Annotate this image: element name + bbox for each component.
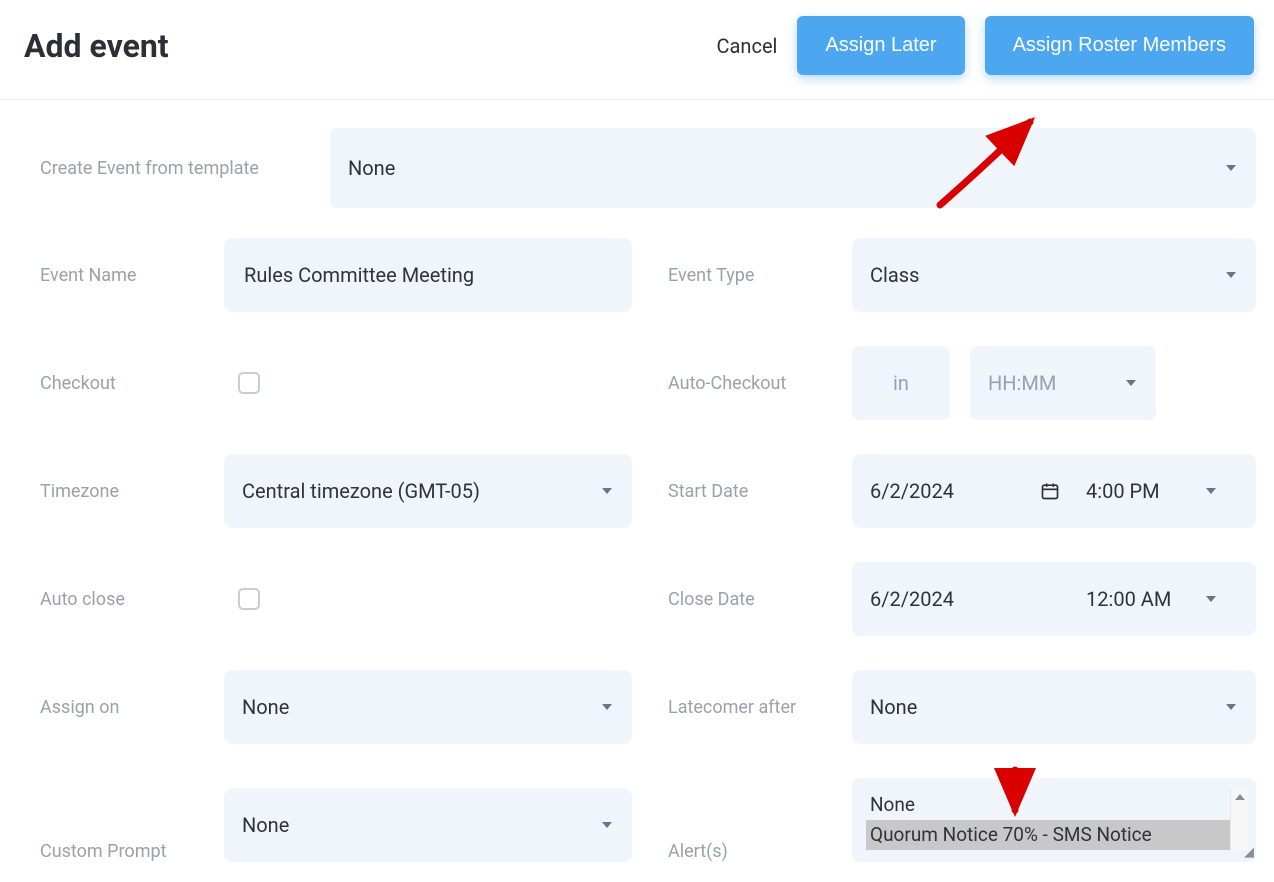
label-timezone: Timezone (40, 481, 224, 502)
close-date-field[interactable]: 6/2/2024 12:00 AM (852, 562, 1256, 636)
select-create-from-template[interactable]: None (330, 128, 1256, 208)
calendar-icon (1040, 481, 1060, 501)
select-auto-checkout-hhmm[interactable]: HH:MM (970, 346, 1156, 420)
label-auto-checkout: Auto-Checkout (668, 373, 852, 394)
select-latecomer-after-value: None (870, 695, 917, 719)
row-assign-latecomer: Assign on None Latecomer after None (40, 670, 1256, 744)
select-custom-prompt-value: None (242, 813, 289, 837)
start-date-field[interactable]: 6/2/2024 4:00 PM (852, 454, 1256, 528)
label-latecomer-after: Latecomer after (668, 697, 852, 718)
select-custom-prompt[interactable]: None (224, 788, 632, 862)
auto-checkout-placeholder: HH:MM (988, 371, 1056, 395)
auto-checkout-in-value: in (893, 371, 909, 395)
auto-checkout-in-field[interactable]: in (852, 346, 950, 420)
select-timezone[interactable]: Central timezone (GMT-05) (224, 454, 632, 528)
start-date-value: 6/2/2024 (870, 479, 1022, 503)
label-event-name: Event Name (40, 265, 224, 286)
row-checkout-auto: Checkout Auto-Checkout in HH:MM (40, 346, 1256, 420)
assign-roster-members-button[interactable]: Assign Roster Members (985, 16, 1254, 75)
row-autoclose-close: Auto close Close Date 6/2/2024 12:00 AM (40, 562, 1256, 636)
alert-option-none[interactable]: None (866, 790, 1230, 820)
select-assign-on-value: None (242, 695, 289, 719)
label-assign-on: Assign on (40, 697, 224, 718)
assign-later-button[interactable]: Assign Later (797, 16, 964, 75)
row-timezone-start: Timezone Central timezone (GMT-05) Start… (40, 454, 1256, 528)
scroll-up-icon (1235, 794, 1245, 800)
checkbox-checkout[interactable] (238, 372, 260, 394)
row-name-type: Event Name Event Type Class (40, 238, 1256, 312)
row-custom-alerts: Custom Prompt None Alert(s) None Quorum … (40, 778, 1256, 862)
alerts-listbox[interactable]: None Quorum Notice 70% - SMS Notice ◢ (852, 778, 1256, 862)
label-event-type: Event Type (668, 265, 852, 286)
close-time-value: 12:00 AM (1078, 587, 1238, 611)
label-start-date: Start Date (668, 481, 852, 502)
start-time-value: 4:00 PM (1078, 479, 1238, 503)
cancel-link[interactable]: Cancel (717, 34, 778, 58)
close-date-value: 6/2/2024 (870, 587, 1022, 611)
select-event-type-value: Class (870, 263, 919, 287)
header-actions: Cancel Assign Later Assign Roster Member… (717, 16, 1254, 75)
checkbox-auto-close[interactable] (238, 588, 260, 610)
select-latecomer-after[interactable]: None (852, 670, 1256, 744)
label-close-date: Close Date (668, 589, 852, 610)
label-auto-close: Auto close (40, 589, 224, 610)
select-assign-on[interactable]: None (224, 670, 632, 744)
row-template: Create Event from template None (40, 128, 1256, 208)
label-custom-prompt: Custom Prompt (40, 841, 224, 862)
event-form: Create Event from template None Event Na… (0, 100, 1274, 862)
input-event-name[interactable] (242, 262, 614, 288)
page-title: Add event (24, 27, 169, 65)
page-header: Add event Cancel Assign Later Assign Ros… (0, 0, 1274, 100)
label-create-from-template: Create Event from template (40, 158, 330, 179)
select-template-value: None (348, 156, 395, 180)
resize-grip-icon[interactable]: ◢ (1244, 845, 1254, 860)
label-checkout: Checkout (40, 373, 224, 394)
alert-option-quorum[interactable]: Quorum Notice 70% - SMS Notice (866, 820, 1230, 850)
select-event-type[interactable]: Class (852, 238, 1256, 312)
select-timezone-value: Central timezone (GMT-05) (242, 479, 480, 503)
alerts-scrollbar[interactable] (1230, 790, 1248, 850)
label-alerts: Alert(s) (668, 841, 852, 862)
input-event-name-wrapper[interactable] (224, 238, 632, 312)
